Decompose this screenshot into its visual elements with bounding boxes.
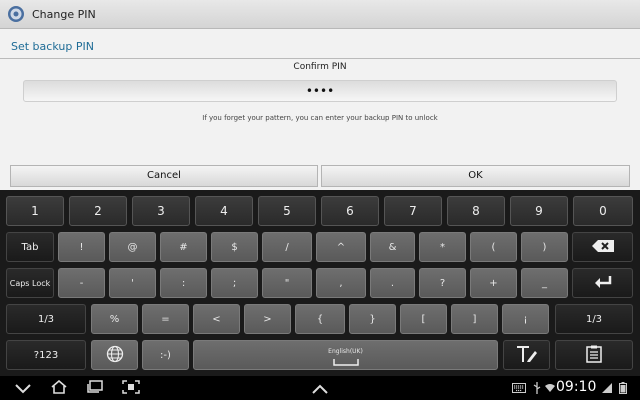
key-clipboard[interactable]	[555, 340, 633, 370]
key-7[interactable]: 7	[384, 196, 442, 226]
on-screen-keyboard: 1 2 3 4 5 6 7 8 9 0 Tab ! @ # $ / ^ & * …	[0, 190, 640, 376]
screenshot-button[interactable]	[120, 379, 142, 398]
key-5[interactable]: 5	[258, 196, 316, 226]
cancel-button[interactable]: Cancel	[10, 165, 318, 187]
section-title: Set backup PIN	[11, 40, 94, 53]
space-bar-icon	[332, 358, 359, 369]
key-emoticon[interactable]: :-)	[142, 340, 189, 370]
key-plus[interactable]: +	[470, 268, 517, 298]
key-9[interactable]: 9	[510, 196, 568, 226]
key-asterisk[interactable]: *	[419, 232, 466, 262]
key-greater-than[interactable]: >	[244, 304, 291, 334]
key-2[interactable]: 2	[69, 196, 127, 226]
battery-icon	[616, 382, 630, 394]
key-percent[interactable]: %	[91, 304, 138, 334]
key-8[interactable]: 8	[447, 196, 505, 226]
key-close-bracket[interactable]: ]	[451, 304, 498, 334]
keyboard-icon	[512, 382, 526, 394]
pin-input[interactable]: ••••	[23, 80, 617, 102]
usb-icon	[530, 382, 544, 394]
key-colon[interactable]: :	[160, 268, 207, 298]
recent-apps-button[interactable]	[84, 379, 106, 398]
collapse-keyboard-button[interactable]	[12, 380, 34, 396]
enter-icon	[593, 275, 613, 292]
key-less-than[interactable]: <	[193, 304, 240, 334]
clipboard-icon	[586, 345, 602, 366]
key-open-brace[interactable]: {	[295, 304, 345, 334]
backspace-icon	[591, 239, 615, 256]
key-space[interactable]: English(UK)	[193, 340, 498, 370]
key-enter[interactable]	[572, 268, 633, 298]
key-ampersand[interactable]: &	[370, 232, 415, 262]
key-inverted-exclamation[interactable]: ¡	[502, 304, 549, 334]
key-open-paren[interactable]: (	[470, 232, 517, 262]
key-6[interactable]: 6	[321, 196, 379, 226]
ok-button[interactable]: OK	[321, 165, 630, 187]
wifi-icon	[543, 382, 557, 394]
back-icon	[15, 379, 31, 398]
key-dash[interactable]: -	[58, 268, 105, 298]
key-caps-lock[interactable]: Caps Lock	[6, 268, 54, 298]
key-question[interactable]: ?	[419, 268, 466, 298]
confirm-pin-label: Confirm PIN	[293, 62, 347, 72]
key-dollar[interactable]: $	[211, 232, 258, 262]
key-4[interactable]: 4	[195, 196, 253, 226]
key-comma[interactable]: ,	[316, 268, 366, 298]
key-open-bracket[interactable]: [	[400, 304, 447, 334]
key-tab[interactable]: Tab	[6, 232, 54, 262]
key-1[interactable]: 1	[6, 196, 64, 226]
space-language-label: English(UK)	[328, 348, 363, 355]
key-at[interactable]: @	[109, 232, 156, 262]
home-icon	[50, 379, 68, 398]
section-header: Set backup PIN	[0, 36, 640, 59]
key-page-left[interactable]: 1/3	[6, 304, 86, 334]
key-close-paren[interactable]: )	[521, 232, 568, 262]
key-quote[interactable]: "	[262, 268, 312, 298]
key-period[interactable]: .	[370, 268, 415, 298]
home-button[interactable]	[48, 379, 70, 398]
key-page-right[interactable]: 1/3	[555, 304, 633, 334]
settings-gear-icon	[6, 4, 26, 24]
backup-pin-hint: If you forget your pattern, you can ente…	[202, 114, 438, 122]
globe-icon	[106, 345, 124, 366]
key-0[interactable]: 0	[573, 196, 633, 226]
recent-apps-icon	[86, 379, 104, 398]
status-time: 09:10	[556, 379, 597, 395]
mini-app-tray-button[interactable]	[309, 380, 331, 396]
title-bar: Change PIN	[0, 0, 640, 29]
key-symbols[interactable]: ?123	[6, 340, 86, 370]
handwriting-icon	[516, 345, 538, 366]
up-icon	[312, 379, 328, 398]
key-underscore[interactable]: _	[521, 268, 568, 298]
key-handwriting[interactable]	[503, 340, 550, 370]
key-3[interactable]: 3	[132, 196, 190, 226]
key-semicolon[interactable]: ;	[211, 268, 258, 298]
app-title: Change PIN	[32, 7, 96, 21]
system-navigation-bar: 09:10	[0, 376, 640, 400]
screenshot-icon	[122, 379, 140, 398]
key-exclamation[interactable]: !	[58, 232, 105, 262]
key-equals[interactable]: =	[142, 304, 189, 334]
key-hash[interactable]: #	[160, 232, 207, 262]
key-slash[interactable]: /	[262, 232, 312, 262]
signal-icon	[600, 382, 614, 394]
key-backspace[interactable]	[572, 232, 633, 262]
key-close-brace[interactable]: }	[349, 304, 396, 334]
key-caret[interactable]: ^	[316, 232, 366, 262]
key-language[interactable]	[91, 340, 138, 370]
key-apostrophe[interactable]: '	[109, 268, 156, 298]
